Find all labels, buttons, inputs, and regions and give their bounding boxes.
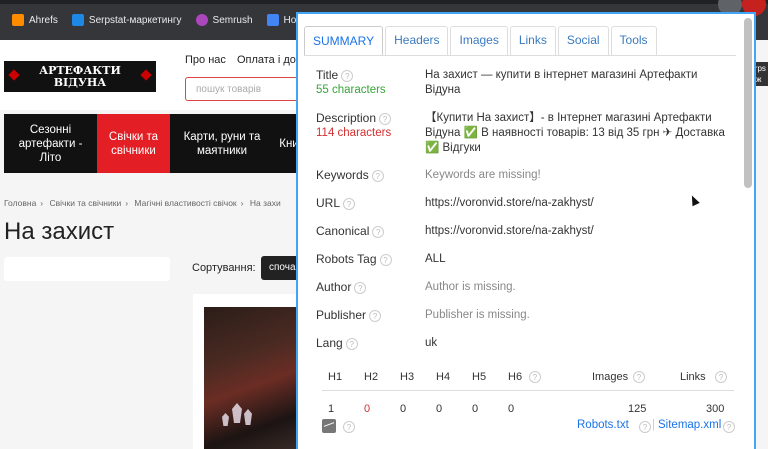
help-icon[interactable]: ?	[343, 197, 356, 210]
panel-footer: ? Robots.txt ? | Sitemap.xml ?	[322, 417, 735, 437]
serpstat-icon	[71, 14, 84, 26]
h6-count: 0	[508, 403, 515, 415]
title-value: На захист — купити в інтернет магазині А…	[425, 69, 698, 96]
tab-links[interactable]: Links	[509, 26, 556, 55]
title-length: 55 characters	[316, 84, 386, 96]
help-icon[interactable]: ?	[371, 169, 384, 182]
category-menu: Сезонні артефакти - Літо Свічки та свічн…	[4, 114, 304, 173]
canonical-value[interactable]: https://voronvid.store/na-zakhyst/	[425, 224, 735, 239]
col-h5: H5	[472, 371, 487, 383]
help-icon[interactable]: ?	[343, 421, 355, 433]
crumb-home[interactable]: Головна	[4, 198, 36, 208]
panel-tabs: SUMMARY Headers Images Links Social Tool…	[304, 26, 657, 55]
crumb-magic[interactable]: Магічні властивості свічок	[134, 198, 236, 208]
col-h1: H1	[328, 371, 343, 383]
help-icon[interactable]: ?	[369, 309, 382, 322]
help-icon[interactable]: ?	[639, 421, 651, 433]
h4-count: 0	[436, 403, 443, 415]
robots-value: ALL	[425, 253, 446, 265]
semrush-icon	[195, 14, 208, 26]
crumb-candles[interactable]: Свічки та свічники	[50, 198, 122, 208]
description-length: 114 characters	[316, 127, 392, 139]
site-logo[interactable]: АРТЕФАКТИ ВІДУНА	[4, 61, 156, 92]
col-h3: H3	[400, 371, 415, 383]
scrollbar[interactable]	[744, 18, 752, 188]
links-count: 300	[706, 403, 725, 415]
category-seasonal[interactable]: Сезонні артефакти - Літо	[4, 114, 97, 173]
col-h2: H2	[364, 371, 379, 383]
separator: |	[652, 419, 655, 431]
tab-social[interactable]: Social	[557, 26, 609, 55]
category-candles[interactable]: Свічки та свічники	[97, 114, 170, 173]
bookmark-semrush[interactable]: Semrush	[195, 14, 253, 26]
tab-summary[interactable]: SUMMARY	[304, 26, 384, 55]
tab-headers[interactable]: Headers	[385, 26, 449, 55]
document-icon	[266, 14, 279, 26]
tab-strip	[0, 0, 768, 4]
bookmark-ahrefs[interactable]: Ahrefs	[12, 14, 58, 26]
help-icon[interactable]: ?	[379, 112, 392, 125]
lang-value: uk	[425, 337, 438, 349]
page-title: На захист	[4, 218, 115, 245]
crumb-current: На захи	[249, 198, 281, 208]
help-icon[interactable]: ?	[633, 371, 645, 383]
top-nav: Про нас Оплата і до	[185, 54, 304, 66]
sitemap-link[interactable]: Sitemap.xml	[658, 419, 721, 431]
tab-images[interactable]: Images	[450, 26, 508, 55]
h5-count: 0	[472, 403, 479, 415]
category-cards[interactable]: Карти, руни та маятники	[170, 114, 274, 173]
headings-header: H1 H2 H3 H4 H5 H6 ? Images ? Links ?	[322, 367, 734, 391]
sort-select[interactable]: споча	[261, 256, 301, 280]
ahrefs-icon	[12, 14, 24, 26]
author-value: Author is missing.	[425, 281, 516, 293]
images-count: 125	[628, 403, 647, 415]
nav-about[interactable]: Про нас	[185, 54, 226, 66]
robots-txt-link[interactable]: Robots.txt	[577, 419, 629, 431]
tab-tools[interactable]: Tools	[610, 26, 657, 55]
chart-icon[interactable]	[322, 419, 336, 433]
product-image[interactable]	[204, 307, 300, 449]
help-icon[interactable]: ?	[529, 371, 541, 383]
bookmark-serpstat[interactable]: Serpstat-маркетингу	[71, 14, 182, 26]
h2-count: 0	[364, 403, 371, 415]
seo-extension-panel: SUMMARY Headers Images Links Social Tool…	[296, 12, 756, 449]
help-icon[interactable]: ?	[341, 69, 354, 82]
help-icon[interactable]: ?	[379, 253, 392, 266]
publisher-value: Publisher is missing.	[425, 309, 530, 321]
h1-count: 1	[328, 403, 335, 415]
col-links: Links	[680, 371, 706, 383]
tab-divider	[304, 55, 736, 56]
description-value: 【Купити На захист】- в Інтернет магазині …	[425, 112, 725, 154]
sort-label: Сортування:	[192, 262, 256, 274]
help-icon[interactable]: ?	[372, 225, 385, 238]
filter-box[interactable]	[4, 257, 170, 281]
col-h6: H6	[508, 371, 523, 383]
help-icon[interactable]: ?	[345, 337, 358, 350]
col-h4: H4	[436, 371, 451, 383]
keywords-value: Keywords are missing!	[425, 169, 541, 181]
col-images: Images	[592, 371, 629, 383]
nav-payment[interactable]: Оплата і до	[237, 54, 296, 66]
h3-count: 0	[400, 403, 407, 415]
breadcrumb: Головна › Свічки та свічники › Магічні вла…	[4, 198, 281, 208]
help-icon[interactable]: ?	[723, 421, 735, 433]
help-icon[interactable]: ?	[354, 281, 367, 294]
search-input[interactable]: пошук товарів	[185, 77, 310, 101]
help-icon[interactable]: ?	[715, 371, 727, 383]
